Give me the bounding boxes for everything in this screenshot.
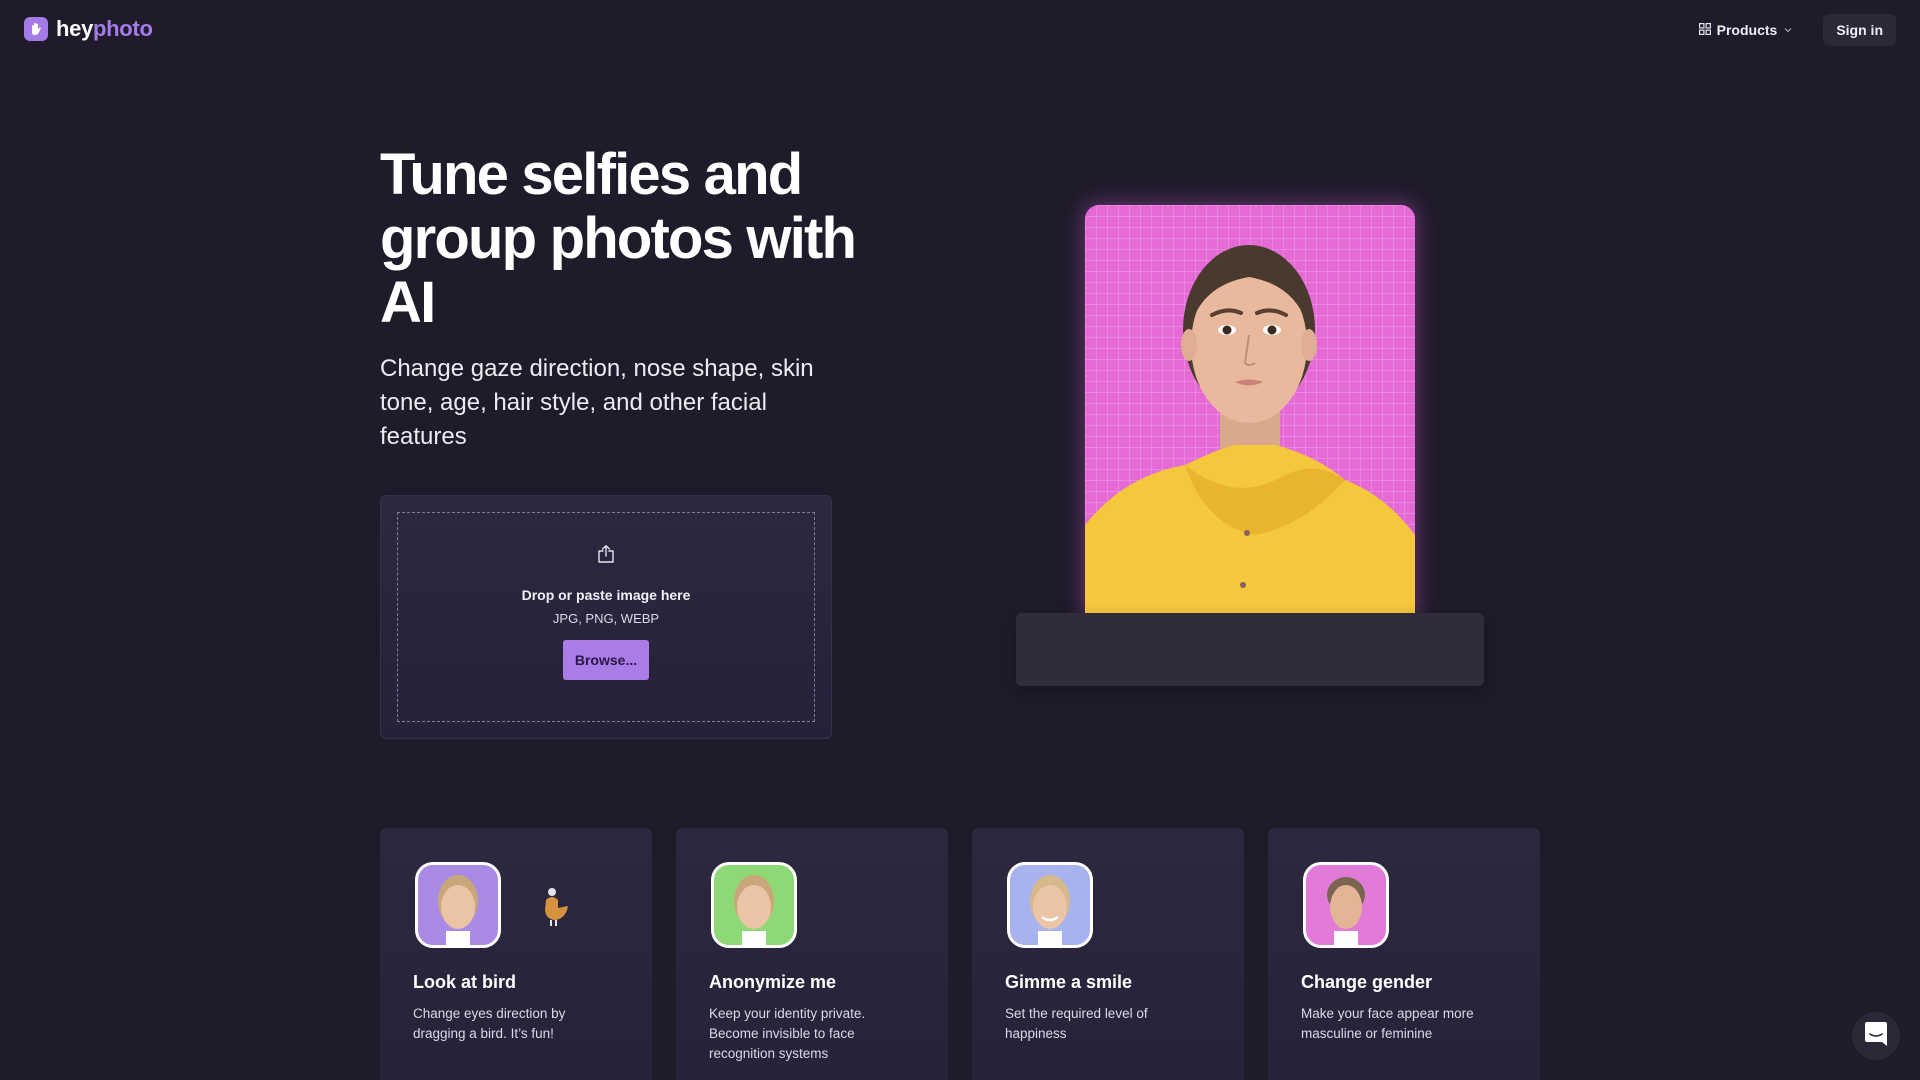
feature-description: Change eyes direction by dragging a bird… bbox=[413, 1006, 566, 1041]
feature-card-change-gender[interactable]: Change gender Make your face appear more… bbox=[1268, 828, 1540, 1080]
top-navigation: heyphoto Products Sign in bbox=[0, 0, 1920, 60]
waving-hand-icon bbox=[24, 17, 48, 41]
woman-portrait-illustration bbox=[1085, 245, 1415, 615]
hero-subtitle: Change gaze direction, nose shape, skin … bbox=[380, 355, 814, 450]
face-thumbnail-icon bbox=[1030, 875, 1070, 945]
showcase-portrait bbox=[1085, 205, 1415, 615]
upload-icon bbox=[596, 544, 616, 569]
face-thumbnail-icon bbox=[1327, 877, 1365, 945]
products-menu-button[interactable]: Products bbox=[1698, 22, 1794, 38]
feature-card-anonymize-me[interactable]: Anonymize me Keep your identity private.… bbox=[676, 828, 948, 1080]
image-dropzone[interactable]: Drop or paste image here JPG, PNG, WEBP … bbox=[397, 512, 815, 722]
feature-thumbnail bbox=[1303, 862, 1389, 948]
chat-launcher-button[interactable] bbox=[1852, 1012, 1900, 1060]
nav-actions: Products Sign in bbox=[1698, 14, 1896, 46]
feature-description: Make your face appear more masculine or … bbox=[1301, 1006, 1474, 1041]
feature-title: Anonymize me bbox=[709, 972, 837, 992]
feature-thumbnail bbox=[711, 862, 797, 948]
logo[interactable]: heyphoto bbox=[24, 16, 153, 42]
feature-thumbnail bbox=[415, 862, 501, 948]
feature-card-look-at-bird[interactable]: Look at bird Change eyes direction by dr… bbox=[380, 828, 652, 1080]
browse-button[interactable]: Browse... bbox=[563, 640, 649, 680]
chevron-down-icon bbox=[1783, 22, 1793, 38]
feature-title: Change gender bbox=[1301, 972, 1433, 992]
photo-base-panel bbox=[1016, 613, 1484, 686]
feature-title: Gimme a smile bbox=[1005, 972, 1133, 992]
hero-title: Tune selfies and group photos with AI bbox=[380, 142, 857, 335]
grid-icon bbox=[1698, 22, 1711, 38]
brand-name: heyphoto bbox=[56, 16, 153, 41]
face-thumbnail-icon bbox=[734, 875, 774, 945]
products-label: Products bbox=[1716, 22, 1778, 38]
face-thumbnail-icon bbox=[438, 875, 478, 945]
supported-formats: JPG, PNG, WEBP bbox=[552, 611, 660, 626]
feature-card-gimme-a-smile[interactable]: Gimme a smile Set the required level of … bbox=[972, 828, 1244, 1080]
dropzone-title: Drop or paste image here bbox=[521, 587, 691, 603]
bird-icon[interactable] bbox=[540, 886, 570, 933]
upload-panel: Drop or paste image here JPG, PNG, WEBP … bbox=[380, 495, 832, 739]
sign-in-button[interactable]: Sign in bbox=[1823, 14, 1896, 46]
feature-description: Set the required level of happiness bbox=[1005, 1006, 1148, 1041]
chat-bubble-icon bbox=[1864, 1021, 1888, 1052]
feature-description: Keep your identity private. Become invis… bbox=[709, 1006, 866, 1061]
feature-thumbnail bbox=[1007, 862, 1093, 948]
feature-title: Look at bird bbox=[413, 972, 516, 992]
